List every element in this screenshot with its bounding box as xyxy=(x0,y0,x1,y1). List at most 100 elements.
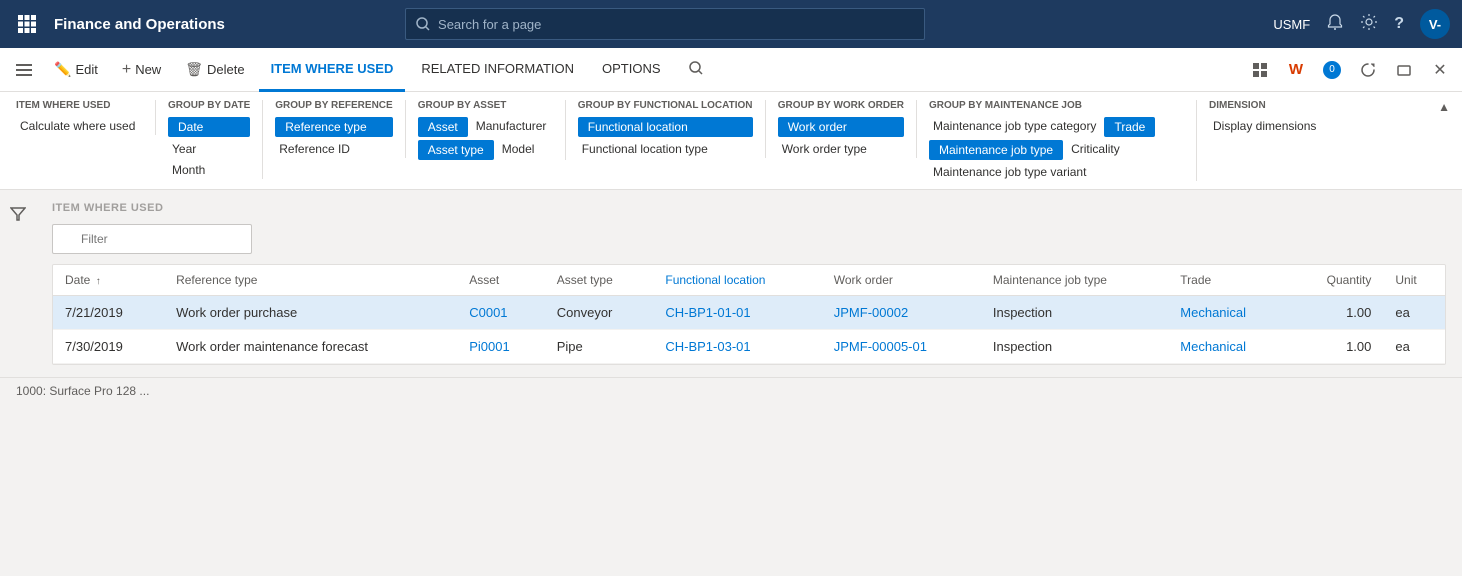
search-box[interactable]: Search for a page xyxy=(405,8,925,40)
col-asset-type: Asset type xyxy=(545,265,654,296)
footer-text: 1000: Surface Pro 128 ... xyxy=(16,384,149,398)
cell-date-2: 7/30/2019 xyxy=(53,330,164,364)
functional-location-btn[interactable]: Functional location xyxy=(578,117,753,137)
filter-sidebar xyxy=(0,190,36,377)
footer: 1000: Surface Pro 128 ... xyxy=(0,377,1462,404)
group-by-asset-items: Asset Manufacturer Asset type Model xyxy=(418,117,553,160)
close-icon[interactable]: ✕ xyxy=(1426,56,1454,84)
ribbon: ✏️ Edit + New 🗑 Delete ITEM WHERE USED R… xyxy=(0,48,1462,92)
search-tab-icon xyxy=(689,61,703,75)
filter-icon[interactable] xyxy=(10,206,26,227)
filter-bar xyxy=(52,224,1446,254)
edit-icon: ✏️ xyxy=(54,61,71,78)
collapse-arrow[interactable]: ▲ xyxy=(1438,100,1450,114)
dimension-items: Display dimensions xyxy=(1209,117,1320,135)
help-icon[interactable]: ? xyxy=(1394,15,1404,33)
group-by-reference-items: Reference type Reference ID xyxy=(275,117,392,158)
col-work-order: Work order xyxy=(822,265,981,296)
waffle-menu[interactable] xyxy=(12,9,42,39)
manufacturer-btn[interactable]: Manufacturer xyxy=(472,117,551,137)
col-date[interactable]: Date ↑ xyxy=(53,265,164,296)
org-label: USMF xyxy=(1273,17,1310,32)
col-unit: Unit xyxy=(1383,265,1445,296)
app-title: Finance and Operations xyxy=(54,16,225,33)
cell-wo-2: JPMF-00005-01 xyxy=(822,330,981,364)
col-maintenance-job-type: Maintenance job type xyxy=(981,265,1168,296)
hamburger-menu[interactable] xyxy=(8,54,40,86)
cell-wo-1: JPMF-00002 xyxy=(822,296,981,330)
tab-search[interactable] xyxy=(677,48,715,92)
asset-btn[interactable]: Asset xyxy=(418,117,468,137)
model-btn[interactable]: Model xyxy=(498,140,539,160)
cell-ref-type-2: Work order maintenance forecast xyxy=(164,330,457,364)
mj-type-btn[interactable]: Maintenance job type xyxy=(929,140,1063,160)
content-area: ITEM WHERE USED Date ↑ xyxy=(36,190,1462,377)
filter-input-wrap xyxy=(52,224,252,254)
cell-asset-type-2: Pipe xyxy=(545,330,654,364)
work-order-type-btn[interactable]: Work order type xyxy=(778,140,904,158)
user-avatar[interactable]: V- xyxy=(1420,9,1450,39)
group-by-date: GROUP BY DATE Date Year Month xyxy=(156,100,263,179)
mj-category-btn[interactable]: Maintenance job type category xyxy=(929,117,1100,137)
table-row[interactable]: 7/21/2019 Work order purchase C0001 Conv… xyxy=(53,296,1445,330)
group-by-reference: GROUP BY REFERENCE Reference type Refere… xyxy=(263,100,405,158)
cell-date-1: 7/21/2019 xyxy=(53,296,164,330)
cell-qty-1: 1.00 xyxy=(1290,296,1383,330)
tab-related-information[interactable]: RELATED INFORMATION xyxy=(409,48,586,92)
group-by-work-order: GROUP BY WORK ORDER Work order Work orde… xyxy=(766,100,917,158)
criticality-btn[interactable]: Criticality xyxy=(1067,140,1124,160)
col-reference-type: Reference type xyxy=(164,265,457,296)
month-btn[interactable]: Month xyxy=(168,161,250,179)
col-quantity: Quantity xyxy=(1290,265,1383,296)
group-dimension: DIMENSION Display dimensions xyxy=(1197,100,1332,135)
trade-btn[interactable]: Trade xyxy=(1104,117,1155,137)
data-table-container: Date ↑ Reference type Asset Asset type xyxy=(52,264,1446,365)
cell-asset-type-1: Conveyor xyxy=(545,296,654,330)
tab-options[interactable]: OPTIONS xyxy=(590,48,673,92)
cell-asset-1: C0001 xyxy=(457,296,545,330)
new-button[interactable]: + New xyxy=(112,55,171,85)
group-by-mj-items: Maintenance job type category Trade Main… xyxy=(929,117,1184,181)
mj-variant-btn[interactable]: Maintenance job type variant xyxy=(929,163,1090,181)
cell-ref-type-1: Work order purchase xyxy=(164,296,457,330)
delete-button[interactable]: 🗑 Delete xyxy=(175,55,254,84)
notifications-icon[interactable] xyxy=(1326,13,1344,36)
filter-input[interactable] xyxy=(52,224,252,254)
functional-location-type-btn[interactable]: Functional location type xyxy=(578,140,753,158)
date-btn[interactable]: Date xyxy=(168,117,250,137)
col-trade: Trade xyxy=(1168,265,1290,296)
new-icon: + xyxy=(122,61,131,79)
edit-button[interactable]: ✏️ Edit xyxy=(44,55,108,84)
refresh-icon[interactable] xyxy=(1354,56,1382,84)
work-order-btn[interactable]: Work order xyxy=(778,117,904,137)
delete-icon: 🗑 xyxy=(185,61,203,78)
groups-bar: ITEM WHERE USED Calculate where used GRO… xyxy=(0,92,1462,190)
cell-fl-1: CH-BP1-01-01 xyxy=(653,296,821,330)
cell-fl-2: CH-BP1-03-01 xyxy=(653,330,821,364)
table-row[interactable]: 7/30/2019 Work order maintenance forecas… xyxy=(53,330,1445,364)
badge-icon[interactable]: 0 xyxy=(1318,56,1346,84)
reference-type-btn[interactable]: Reference type xyxy=(275,117,392,137)
asset-type-btn[interactable]: Asset type xyxy=(418,140,494,160)
top-bar-right: USMF ? V- xyxy=(1273,9,1450,39)
office-icon[interactable]: W xyxy=(1282,56,1310,84)
display-dimensions-btn[interactable]: Display dimensions xyxy=(1209,117,1320,135)
grid-icon[interactable] xyxy=(1246,56,1274,84)
year-btn[interactable]: Year xyxy=(168,140,250,158)
data-table: Date ↑ Reference type Asset Asset type xyxy=(53,265,1445,364)
expand-icon[interactable] xyxy=(1390,56,1418,84)
tab-item-where-used[interactable]: ITEM WHERE USED xyxy=(259,48,406,92)
main-content: ITEM WHERE USED Date ↑ xyxy=(0,190,1462,377)
calculate-where-used-btn[interactable]: Calculate where used xyxy=(16,117,143,135)
cell-trade-1: Mechanical xyxy=(1168,296,1290,330)
settings-icon[interactable] xyxy=(1360,13,1378,36)
top-bar: Finance and Operations Search for a page… xyxy=(0,0,1462,48)
cell-mj-1: Inspection xyxy=(981,296,1168,330)
search-placeholder: Search for a page xyxy=(438,17,541,32)
col-functional-location: Functional location xyxy=(653,265,821,296)
table-body: 7/21/2019 Work order purchase C0001 Conv… xyxy=(53,296,1445,364)
group-by-date-items: Date Year Month xyxy=(168,117,250,179)
reference-id-btn[interactable]: Reference ID xyxy=(275,140,392,158)
table-header: Date ↑ Reference type Asset Asset type xyxy=(53,265,1445,296)
cell-qty-2: 1.00 xyxy=(1290,330,1383,364)
